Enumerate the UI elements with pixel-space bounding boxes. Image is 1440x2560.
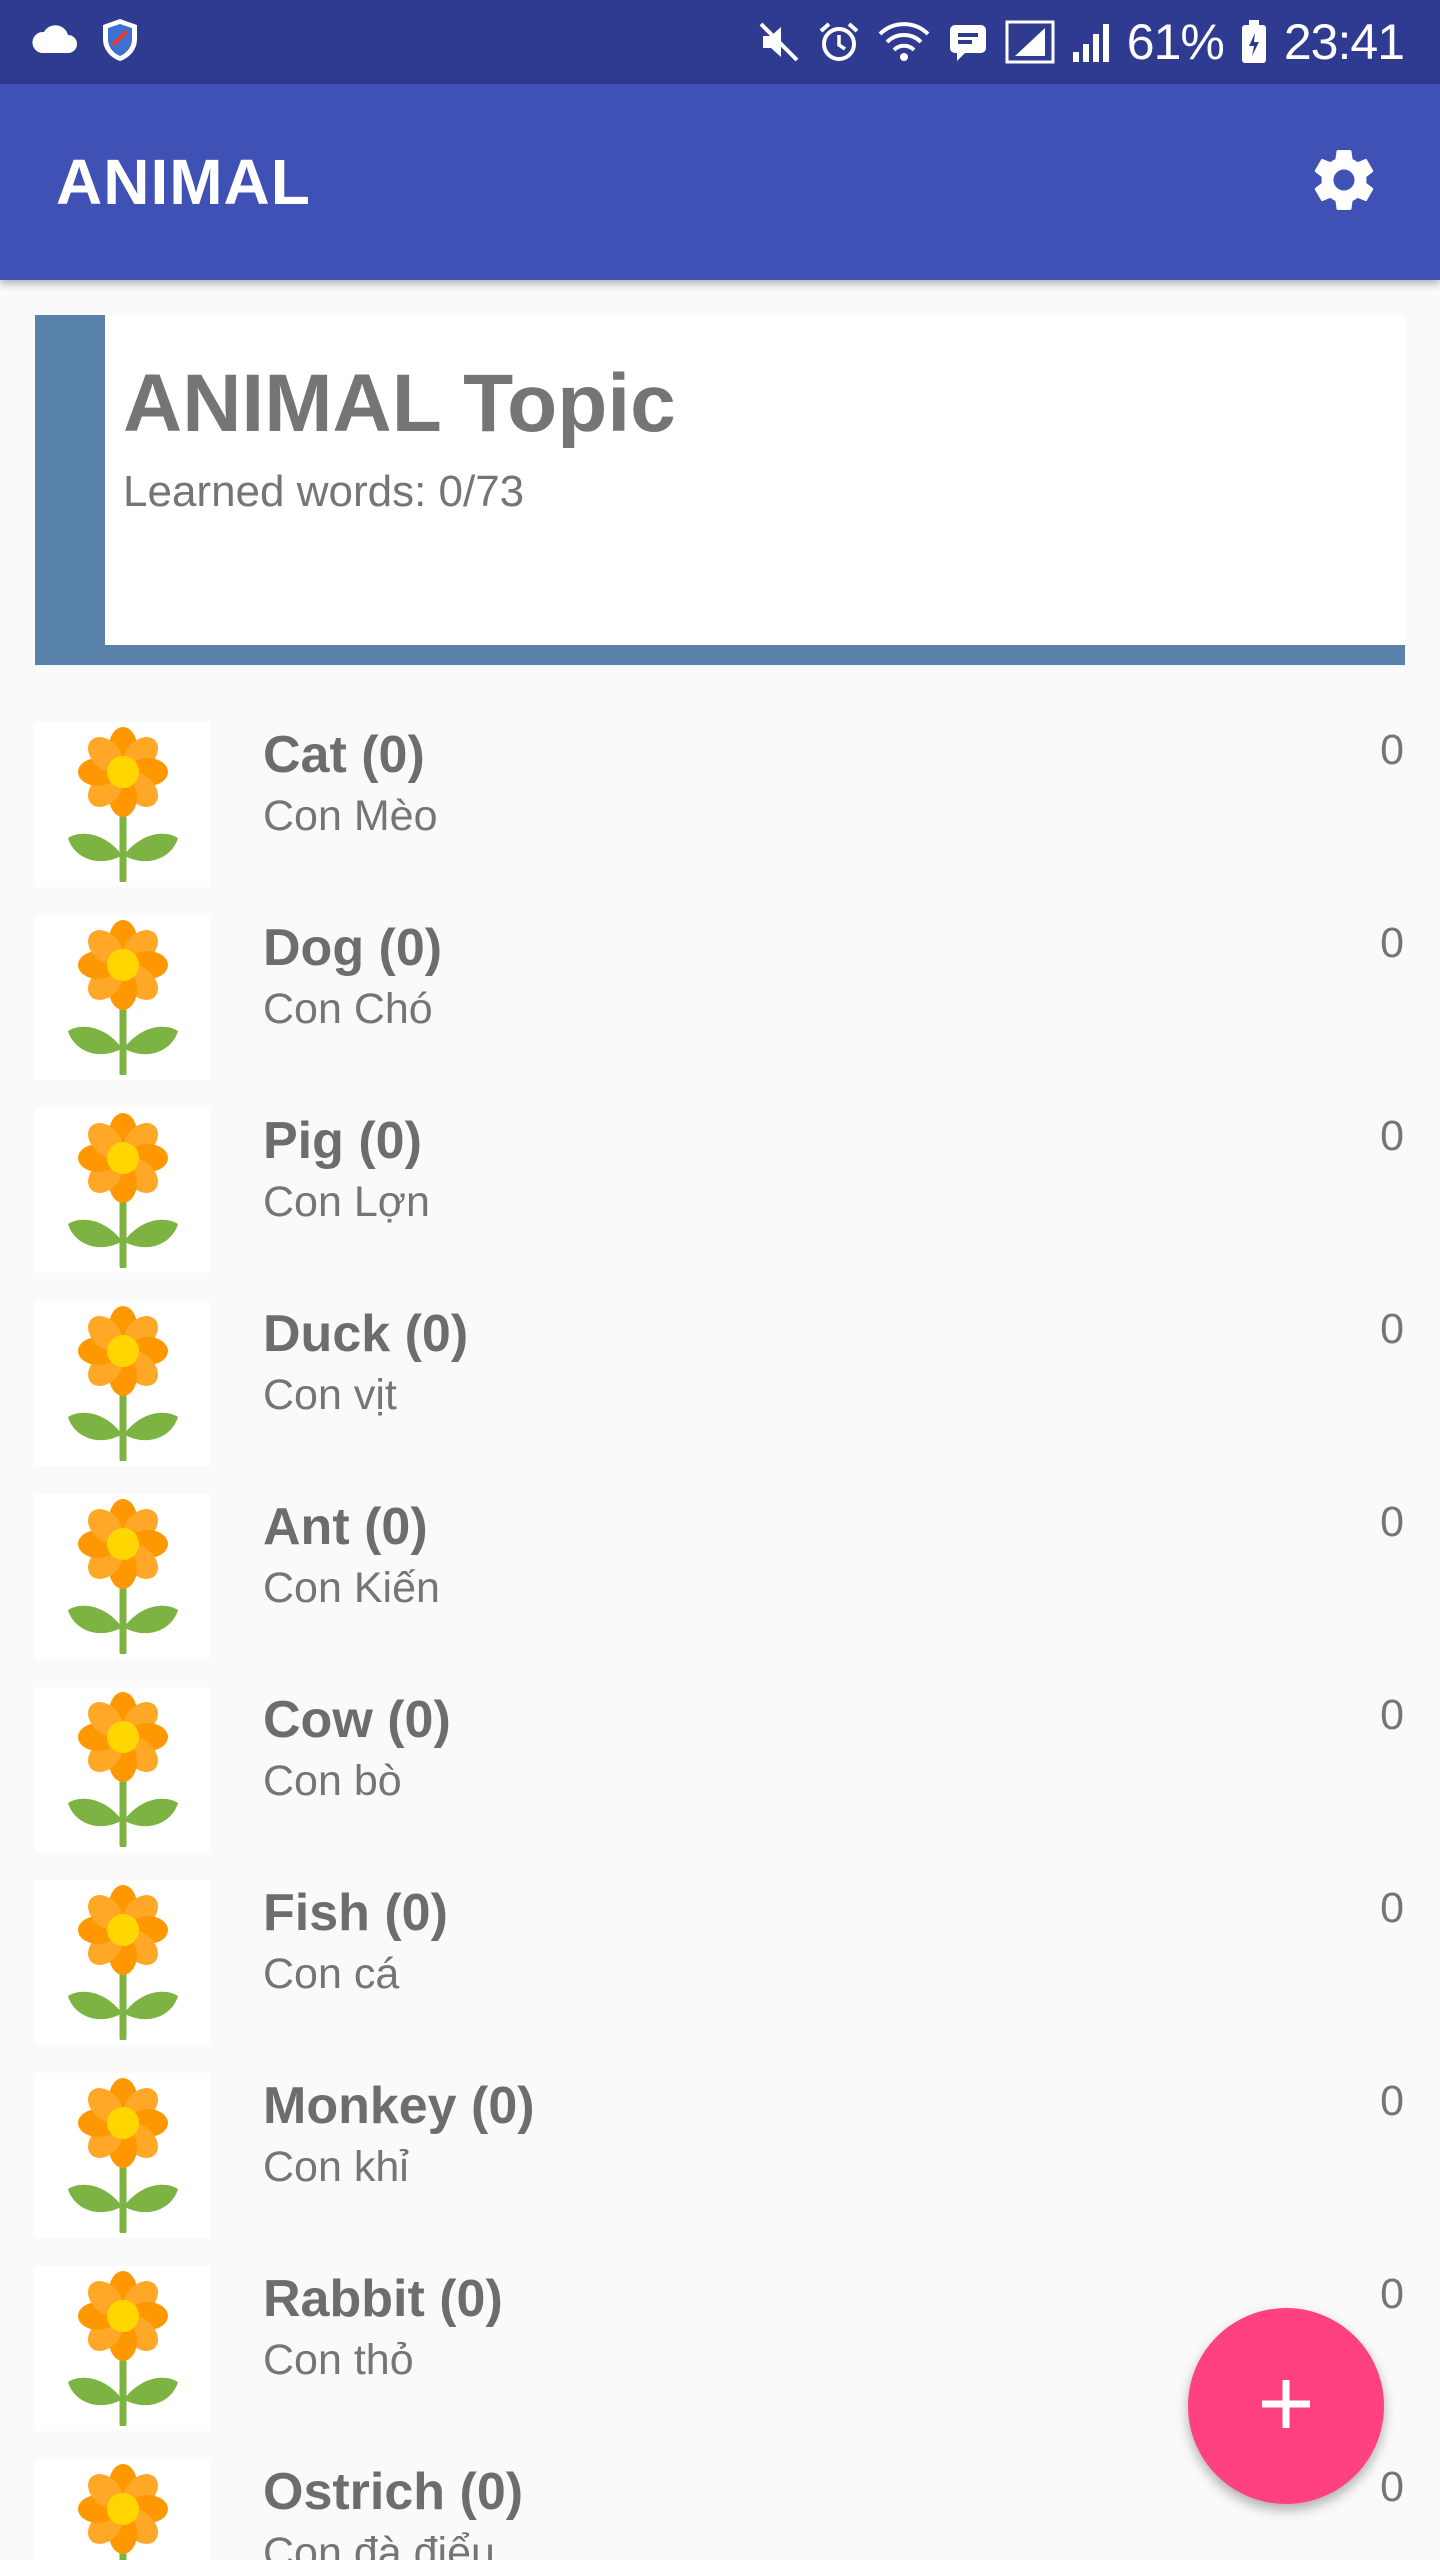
word-title: Monkey (0): [263, 2077, 535, 2135]
list-item[interactable]: Monkey (0) Con khỉ 0: [0, 2051, 1440, 2244]
list-item[interactable]: Dog (0) Con Chó 0: [0, 893, 1440, 1086]
flower-icon: [58, 1108, 188, 1273]
word-title: Pig (0): [263, 1112, 422, 1170]
gear-icon: [1308, 144, 1380, 221]
learned-words-count: Learned words: 0/73: [123, 467, 525, 516]
add-word-button[interactable]: [1188, 2308, 1384, 2504]
word-meaning: Con Mèo: [263, 791, 438, 840]
list-item[interactable]: Pig (0) Con Lợn 0: [0, 1086, 1440, 1279]
flower-icon: [58, 1301, 188, 1466]
word-text: Ant (0) Con Kiến: [263, 1498, 440, 1613]
list-item[interactable]: Cow (0) Con bò 0: [0, 1665, 1440, 1858]
word-thumbnail: [35, 1880, 210, 2045]
flower-icon: [58, 1494, 188, 1659]
word-count: 0: [1380, 1305, 1404, 1353]
word-title: Cow (0): [263, 1691, 451, 1749]
word-thumbnail: [35, 1108, 210, 1273]
flower-icon: [58, 2459, 188, 2560]
word-text: Pig (0) Con Lợn: [263, 1112, 430, 1227]
mute-icon: [757, 20, 801, 64]
word-meaning: Con vịt: [263, 1370, 397, 1419]
list-item[interactable]: Cat (0) Con Mèo 0: [0, 700, 1440, 893]
word-text: Monkey (0) Con khỉ: [263, 2077, 535, 2192]
flower-icon: [58, 2266, 188, 2431]
shield-icon: [100, 17, 140, 68]
word-title: Ant (0): [263, 1498, 428, 1556]
alarm-icon: [817, 20, 861, 64]
word-title: Duck (0): [263, 1305, 469, 1363]
word-text: Dog (0) Con Chó: [263, 919, 442, 1034]
word-count: 0: [1380, 726, 1404, 774]
plus-icon: [1258, 2376, 1314, 2437]
word-thumbnail: [35, 2459, 210, 2560]
message-icon: [947, 21, 989, 63]
word-title: Fish (0): [263, 1884, 448, 1942]
word-thumbnail: [35, 1494, 210, 1659]
signal-icon: [1071, 20, 1111, 64]
list-item[interactable]: Duck (0) Con vịt 0: [0, 1279, 1440, 1472]
app-title: ANIMAL: [56, 146, 311, 218]
status-right: 61% 23:41: [757, 13, 1405, 71]
word-text: Ostrich (0) Con đà điểu: [263, 2463, 523, 2560]
word-title: Ostrich (0): [263, 2463, 524, 2521]
word-meaning: Con Kiến: [263, 1563, 440, 1612]
word-count: 0: [1380, 2463, 1404, 2511]
status-time: 23:41: [1283, 14, 1405, 70]
status-bar: 61% 23:41: [0, 0, 1440, 84]
flower-icon: [58, 722, 188, 887]
word-title: Rabbit (0): [263, 2270, 503, 2328]
word-meaning: Con khỉ: [263, 2142, 409, 2191]
app-bar: ANIMAL: [0, 84, 1440, 280]
word-text: Cow (0) Con bò: [263, 1691, 451, 1806]
word-meaning: Con Chó: [263, 984, 433, 1033]
word-title: Cat (0): [263, 726, 425, 784]
word-thumbnail: [35, 1687, 210, 1852]
word-count: 0: [1380, 2077, 1404, 2125]
word-count: 0: [1380, 1112, 1404, 1160]
topic-card-body: ANIMAL Topic Learned words: 0/73: [105, 315, 1405, 645]
word-count: 0: [1380, 1884, 1404, 1932]
word-count: 0: [1380, 1691, 1404, 1739]
word-meaning: Con bò: [263, 1756, 402, 1805]
word-thumbnail: [35, 2073, 210, 2238]
word-meaning: Con đà điểu: [263, 2528, 495, 2560]
word-thumbnail: [35, 722, 210, 887]
list-item[interactable]: Fish (0) Con cá 0: [0, 1858, 1440, 2051]
word-count: 0: [1380, 919, 1404, 967]
word-text: Duck (0) Con vịt: [263, 1305, 468, 1420]
word-thumbnail: [35, 1301, 210, 1466]
wifi-icon: [877, 20, 931, 64]
battery-icon: [1240, 19, 1268, 65]
word-meaning: Con Lợn: [263, 1177, 430, 1226]
word-list: Cat (0) Con Mèo 0 Dog (0) Con Chó 0 Pig …: [0, 700, 1440, 2560]
word-meaning: Con cá: [263, 1949, 400, 1998]
word-thumbnail: [35, 915, 210, 1080]
word-count: 0: [1380, 1498, 1404, 1546]
list-item[interactable]: Ant (0) Con Kiến 0: [0, 1472, 1440, 1665]
flower-icon: [58, 915, 188, 1080]
battery-percent: 61%: [1126, 14, 1225, 70]
settings-button[interactable]: [1296, 134, 1392, 230]
status-left: [30, 17, 140, 68]
word-title: Dog (0): [263, 919, 443, 977]
flower-icon: [58, 2073, 188, 2238]
word-count: 0: [1380, 2270, 1404, 2318]
word-meaning: Con thỏ: [263, 2335, 414, 2384]
word-thumbnail: [35, 2266, 210, 2431]
flower-icon: [58, 1687, 188, 1852]
topic-card: ANIMAL Topic Learned words: 0/73: [35, 315, 1405, 665]
word-text: Fish (0) Con cá: [263, 1884, 448, 1999]
word-text: Cat (0) Con Mèo: [263, 726, 437, 841]
flower-icon: [58, 1880, 188, 2045]
signal-icon: [1005, 20, 1055, 64]
cloud-icon: [30, 24, 78, 60]
word-text: Rabbit (0) Con thỏ: [263, 2270, 503, 2385]
topic-title: ANIMAL Topic: [123, 358, 676, 449]
